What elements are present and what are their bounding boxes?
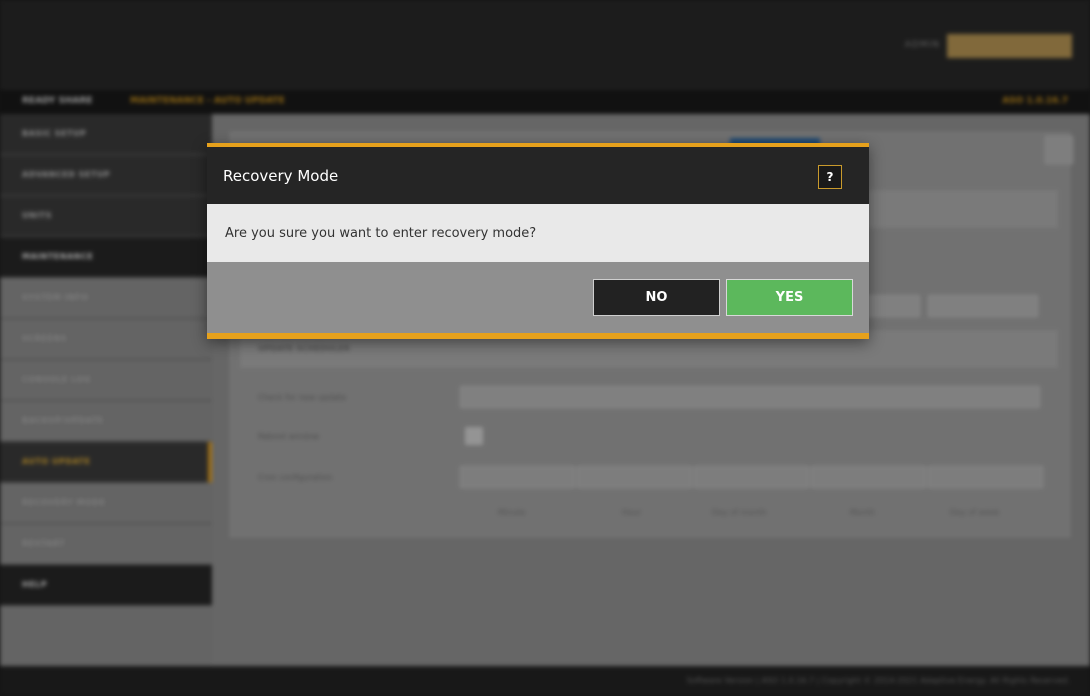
dialog-body: Are you sure you want to enter recovery … (207, 204, 869, 262)
dialog-header: Recovery Mode ? (207, 147, 869, 204)
recovery-mode-dialog: Recovery Mode ? Are you sure you want to… (207, 143, 869, 339)
help-button[interactable]: ? (818, 165, 842, 189)
dialog-title: Recovery Mode (223, 167, 339, 185)
no-button[interactable]: NO (593, 279, 720, 316)
yes-button[interactable]: YES (726, 279, 853, 316)
dialog-footer: NO YES (207, 262, 869, 333)
dialog-message: Are you sure you want to enter recovery … (225, 226, 537, 241)
modal-backdrop[interactable] (0, 0, 1090, 696)
